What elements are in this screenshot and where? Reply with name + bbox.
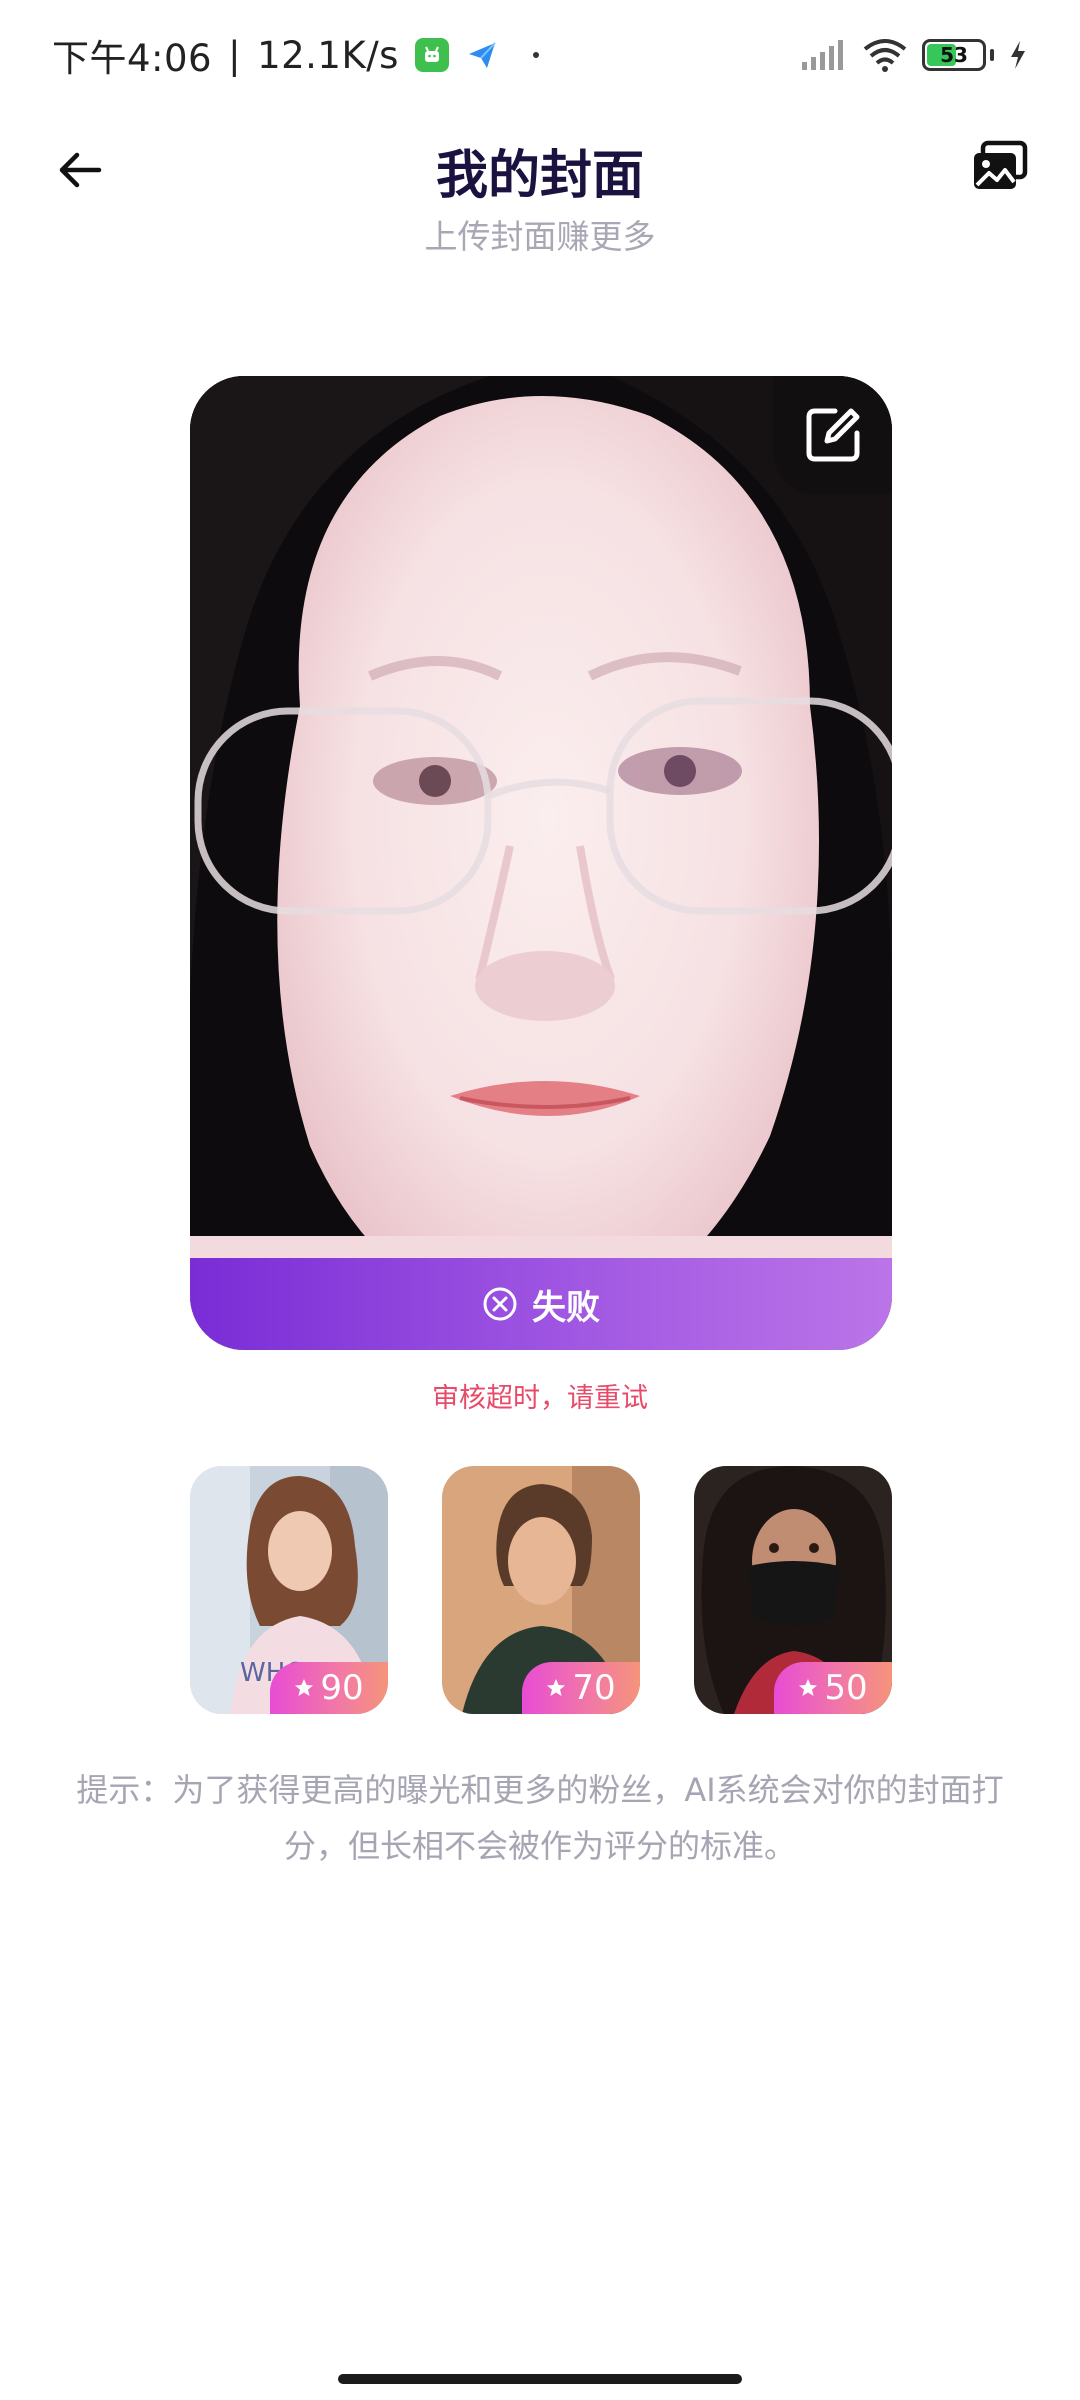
status-separator: |	[228, 33, 242, 77]
tip-text: 提示：为了获得更高的曝光和更多的粉丝，AI系统会对你的封面打分，但长相不会被作为…	[76, 1771, 1004, 1865]
score-value: 70	[572, 1668, 616, 1708]
sample-cover-3[interactable]: 50	[694, 1466, 892, 1714]
score-badge: 90	[270, 1662, 388, 1714]
status-time: 下午4:06	[52, 37, 213, 80]
edit-cover-button[interactable]	[774, 376, 892, 494]
gallery-button[interactable]	[960, 126, 1040, 206]
score-value: 90	[320, 1668, 364, 1708]
network-speed: 12.1K/s	[257, 33, 399, 77]
x-circle-icon	[483, 1287, 517, 1321]
home-indicator[interactable]	[338, 2374, 742, 2384]
page-subtitle: 上传封面赚更多	[424, 217, 656, 256]
charging-icon	[1011, 41, 1025, 69]
sample-covers: WHO 90 70 50	[190, 1466, 892, 1714]
status-bar: 下午4:06 | 12.1K/s 53	[0, 0, 1080, 110]
battery-indicator: 53	[922, 39, 986, 71]
star-icon	[799, 1679, 818, 1696]
edit-icon	[806, 408, 860, 462]
battery-level-text: 53	[940, 43, 968, 67]
cover-photo	[190, 376, 892, 1350]
signal-icon	[802, 40, 843, 70]
status-right: 53	[800, 37, 1028, 73]
score-value: 50	[824, 1668, 868, 1708]
score-badge: 70	[522, 1662, 640, 1714]
star-icon	[547, 1679, 566, 1696]
sample-cover-2[interactable]: 70	[442, 1466, 640, 1714]
review-status-bar: 失败	[190, 1258, 892, 1350]
cover-card[interactable]: 失败	[190, 376, 892, 1350]
arrow-left-icon	[59, 152, 102, 188]
send-app-icon	[465, 38, 499, 72]
images-icon	[974, 140, 1028, 189]
sample-cover-1[interactable]: WHO 90	[190, 1466, 388, 1714]
wifi-icon	[863, 39, 907, 72]
android-app-icon	[414, 38, 449, 72]
notification-dot	[532, 52, 539, 58]
back-button[interactable]	[40, 130, 120, 210]
score-badge: 50	[774, 1662, 892, 1714]
review-status-label: 失败	[532, 1287, 600, 1328]
review-error-message: 审核超时，请重试	[432, 1383, 648, 1414]
status-left: 下午4:06 | 12.1K/s	[52, 28, 539, 82]
battery-cap	[990, 49, 994, 61]
star-icon	[295, 1679, 314, 1696]
